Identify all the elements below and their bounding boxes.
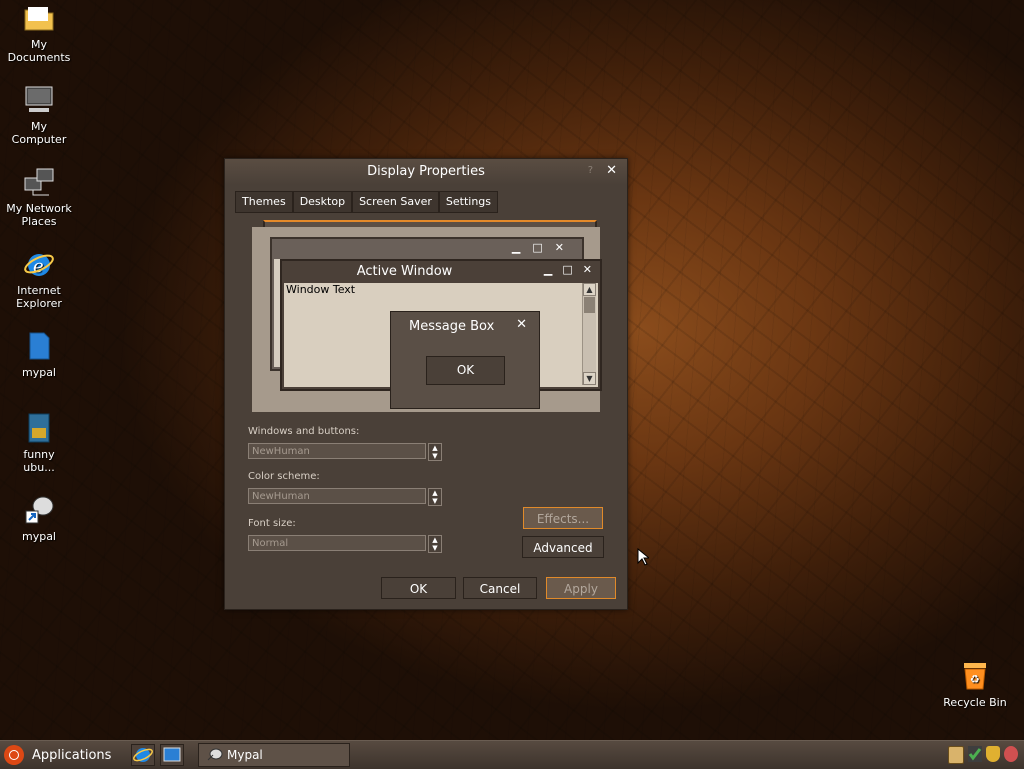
- ie-icon: e: [24, 254, 54, 277]
- windows-buttons-value[interactable]: NewHuman: [248, 443, 426, 459]
- active-window-preview: Active Window ▁ □ ✕ Window Text ▲ ▼ Messag…: [280, 259, 602, 409]
- desktop-icon-label: Internet Explorer: [16, 284, 62, 310]
- spinner-icon[interactable]: ▲ ▼: [428, 443, 442, 461]
- mouse-cursor-icon: [637, 548, 649, 566]
- desktop-icon-my-documents[interactable]: My Documents: [0, 2, 78, 64]
- shield-icon[interactable]: [986, 746, 1000, 762]
- scroll-up-icon: ▲: [583, 283, 596, 296]
- maximize-icon: □: [562, 263, 573, 276]
- taskbar-button-label: Mypal: [227, 748, 263, 762]
- taskbar-button-mypal[interactable]: Mypal: [198, 743, 350, 767]
- desktop-icon-funny-ubu[interactable]: funny ubu...: [0, 412, 78, 474]
- applications-label: Applications: [32, 747, 112, 763]
- advanced-button[interactable]: Advanced: [522, 536, 604, 558]
- image-file-icon: [28, 413, 50, 443]
- color-scheme-label: Color scheme:: [248, 471, 320, 482]
- tab-themes[interactable]: Themes: [235, 191, 293, 213]
- system-tray: [948, 746, 1018, 764]
- cancel-button[interactable]: Cancel: [463, 577, 537, 599]
- windows-buttons-select[interactable]: NewHuman ▲ ▼: [248, 443, 442, 461]
- ubuntu-logo-icon: [4, 745, 24, 765]
- display-properties-window: Display Properties ? ✕ Themes Desktop Sc…: [224, 158, 628, 610]
- desktop-icon-my-network-places[interactable]: My Network Places: [0, 166, 78, 228]
- desktop-icon-recycle-bin[interactable]: ♻ Recycle Bin: [936, 660, 1014, 709]
- desktop-icon-label: My Computer: [11, 120, 67, 146]
- active-window-title: Active Window: [356, 264, 453, 279]
- window-titlebar[interactable]: Display Properties ? ✕: [225, 159, 627, 185]
- window-title: Display Properties: [367, 164, 485, 179]
- desktop-icon: [163, 747, 181, 762]
- svg-text:♻: ♻: [970, 673, 980, 686]
- applications-menu[interactable]: Applications: [4, 744, 111, 766]
- shortcut-icon: [25, 496, 54, 524]
- close-icon: ✕: [516, 317, 527, 332]
- help-button[interactable]: ?: [588, 165, 593, 176]
- taskbar: Applications Mypal: [0, 740, 1024, 769]
- spinner-icon[interactable]: ▲ ▼: [428, 535, 442, 553]
- tab-screen-saver[interactable]: Screen Saver: [352, 191, 439, 213]
- mypal-icon: [207, 748, 223, 761]
- desktop-icon-internet-explorer[interactable]: e Internet Explorer: [0, 248, 78, 310]
- message-box-preview: Message Box ✕ OK: [390, 311, 540, 409]
- spinner-icon[interactable]: ▲ ▼: [428, 488, 442, 506]
- desktop-icon-label: My Documents: [7, 38, 71, 64]
- apply-button[interactable]: Apply: [546, 577, 616, 599]
- recycle-bin-icon: ♻: [964, 663, 986, 690]
- network-icon: [24, 168, 54, 196]
- windows-buttons-label: Windows and buttons:: [248, 426, 360, 437]
- close-button[interactable]: ✕: [606, 163, 617, 178]
- desktop-icon-mypal-file[interactable]: mypal: [0, 330, 78, 379]
- minimize-icon: ▁: [543, 263, 553, 276]
- font-size-select[interactable]: Normal ▲ ▼: [248, 535, 442, 553]
- ie-icon: [133, 748, 153, 762]
- effects-button[interactable]: Effects...: [523, 507, 603, 529]
- font-size-value[interactable]: Normal: [248, 535, 426, 551]
- message-box-title: Message Box: [409, 319, 495, 334]
- desktop-icon-label: funny ubu...: [23, 448, 55, 474]
- desktop-icon-label: My Network Places: [6, 202, 72, 228]
- update-check-icon[interactable]: [968, 746, 982, 762]
- desktop-icon-label: Recycle Bin: [943, 696, 1007, 709]
- inactive-window-controls: ▁□✕: [511, 241, 576, 254]
- scroll-thumb: [584, 297, 595, 313]
- tab-desktop[interactable]: Desktop: [292, 191, 353, 213]
- message-box-ok-button: OK: [426, 356, 505, 385]
- font-size-label: Font size:: [248, 518, 296, 529]
- color-scheme-select[interactable]: NewHuman ▲ ▼: [248, 488, 442, 506]
- ok-button[interactable]: OK: [381, 577, 456, 599]
- computer-icon: [25, 86, 53, 112]
- appearance-panel: ▁□✕ Active Window ▁□✕ Window Text ▲ ▼: [235, 211, 615, 567]
- quicklaunch-ie[interactable]: [131, 744, 155, 766]
- desktop-icon-label: mypal: [21, 366, 56, 379]
- desktop-icon-mypal-shortcut[interactable]: mypal: [0, 494, 78, 543]
- quicklaunch-show-desktop[interactable]: [160, 744, 184, 766]
- stop-icon[interactable]: [1004, 746, 1018, 762]
- color-scheme-value[interactable]: NewHuman: [248, 488, 426, 504]
- appearance-preview: ▁□✕ Active Window ▁□✕ Window Text ▲ ▼: [252, 227, 602, 412]
- desktop-icon-my-computer[interactable]: My Computer: [0, 84, 78, 146]
- window-text: Window Text: [286, 283, 356, 296]
- close-icon: ✕: [582, 263, 592, 276]
- desktop-icon-label: mypal: [21, 530, 56, 543]
- blue-file-icon: [29, 332, 50, 360]
- tab-bar: Themes Desktop Screen Saver Appearance S…: [235, 191, 597, 246]
- tab-settings[interactable]: Settings: [438, 191, 499, 213]
- active-window-controls: ▁ □ ✕: [534, 263, 592, 276]
- preview-scrollbar: ▲ ▼: [582, 283, 596, 385]
- scroll-down-icon: ▼: [583, 372, 596, 385]
- notes-icon[interactable]: [948, 746, 964, 764]
- folder-icon: [24, 7, 54, 31]
